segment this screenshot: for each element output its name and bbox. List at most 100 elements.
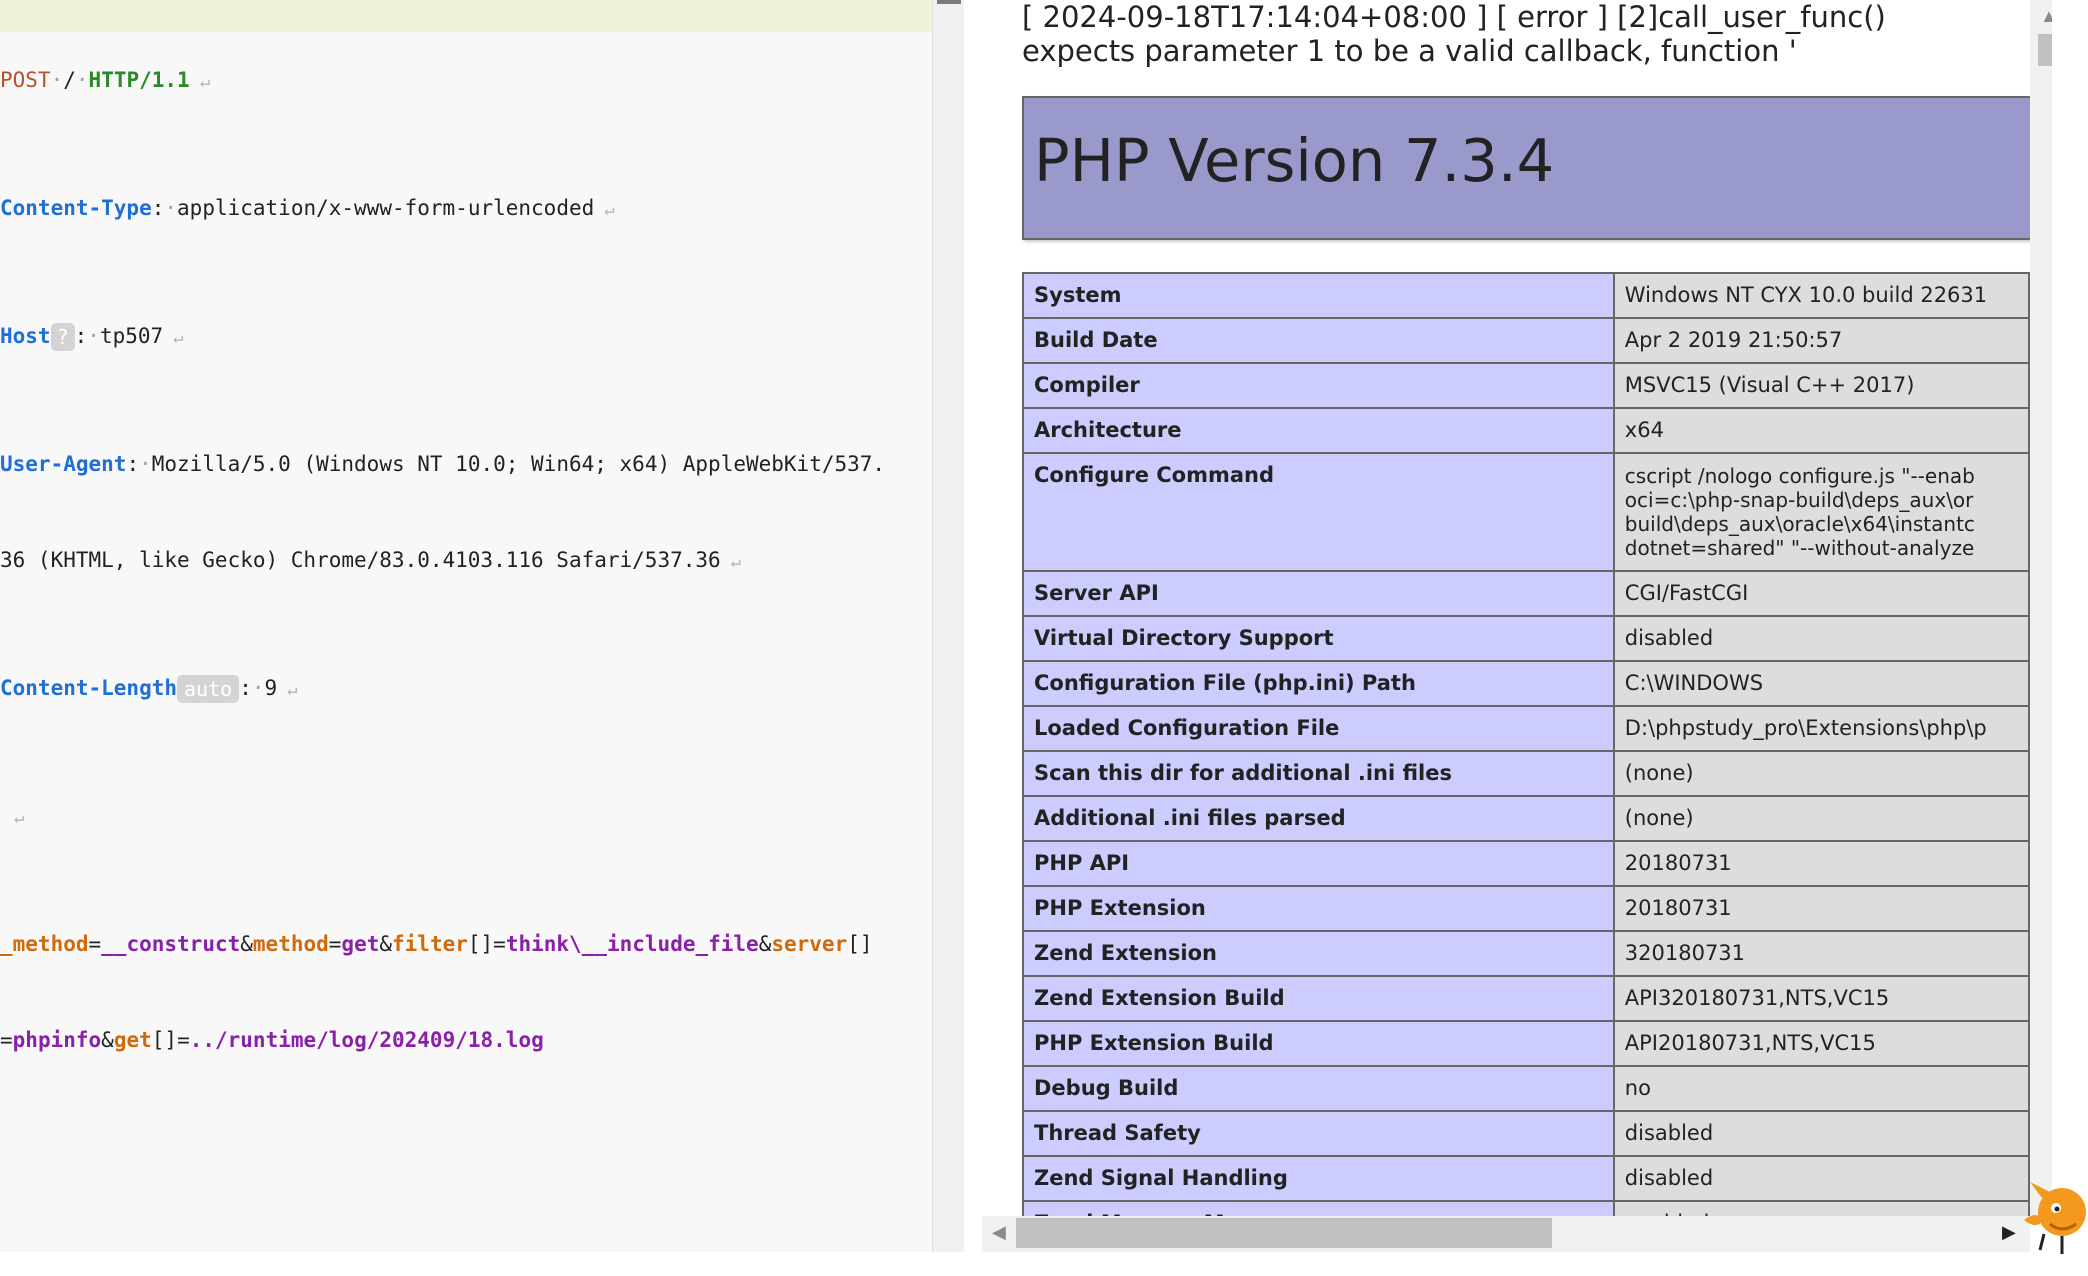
info-value: disabled [1612,1155,2030,1202]
editor-scrollbar-thumb[interactable] [937,0,961,4]
body-line-2: =phpinfo&get[]=../runtime/log/202409/18.… [0,1028,544,1052]
vertical-scroll-thumb[interactable] [2038,34,2052,66]
info-label: System [1022,272,1615,319]
info-value: API320180731,NTS,VC15 [1612,975,2030,1022]
path: / [63,68,76,92]
param-name: method [252,932,329,956]
info-label: Thread Safety [1022,1110,1615,1157]
info-row: Scan this dir for additional .ini files(… [1022,750,2030,797]
response-viewport[interactable]: [ 2024-09-18T17:14:04+08:00 ] [ error ] … [982,0,2030,1216]
php-version-header: PHP Version 7.3.4 [1022,96,2030,240]
info-label: Architecture [1022,407,1615,454]
info-label: Loaded Configuration File [1022,705,1615,752]
info-row: Thread Safety disabled [1022,1110,2030,1157]
info-label: Zend Signal Handling [1022,1155,1615,1202]
info-label: Configure Command [1022,452,1615,572]
scroll-right-arrow-icon[interactable]: ▶ [2002,1222,2016,1243]
info-row: Compiler MSVC15 (Visual C++ 2017) [1022,362,2030,409]
response-render-pane: [ 2024-09-18T17:14:04+08:00 ] [ error ] … [982,0,2052,1252]
header-name: Content-Length [0,676,178,700]
info-label: Build Date [1022,317,1615,364]
info-row: PHP API 20180731 [1022,840,2030,887]
param-value: ../runtime/log/202409/18.log [189,1028,544,1052]
scroll-up-arrow-icon[interactable]: ▲ [2040,6,2052,27]
horizontal-scroll-thumb[interactable] [1016,1218,1552,1248]
info-value: API20180731,NTS,VC15 [1612,1020,2030,1067]
info-row: PHP Extension Build API20180731,NTS,VC15 [1022,1020,2030,1067]
param-name: server [771,932,848,956]
header-value: 9 [264,676,278,700]
header-line-host: Host?:·tp507 ↵ [0,323,184,351]
info-label: Zend Memory Manager [1022,1200,1615,1216]
auto-badge[interactable]: auto [177,675,240,703]
info-row: Loaded Configuration File D:\phpstudy_pro… [1022,705,2030,752]
php-version-title: PHP Version 7.3.4 [1034,126,1555,195]
info-row: Additional .ini files parsed (none) [1022,795,2030,842]
error-message: [ 2024-09-18T17:14:04+08:00 ] [ error ] … [1022,0,2022,68]
info-label: PHP API [1022,840,1615,887]
param-name: get [113,1028,152,1052]
header-line-content-length: Content-Length auto:·9 ↵ [0,675,298,703]
info-row: Zend Extension 320180731 [1022,930,2030,977]
info-row: PHP Extension 20180731 [1022,885,2030,932]
header-name: User-Agent [0,452,127,476]
response-vertical-scrollbar[interactable]: ▲ [2030,0,2052,1216]
info-row: Debug Build no [1022,1065,2030,1112]
header-name: Content-Type [0,196,152,220]
info-value: no [1612,1065,2030,1112]
fox-mascot-icon[interactable] [2022,1168,2088,1258]
info-value: 20180731 [1612,885,2030,932]
header-line-content-type: Content-Type:·application/x-www-form-url… [0,196,615,220]
info-value: disabled [1612,615,2030,662]
info-value: Apr 2 2019 21:50:57 [1612,317,2030,364]
error-line-2: expects parameter 1 to be a valid callba… [1022,34,1797,68]
header-value: Mozilla/5.0 (Windows NT 10.0; Win64; x64… [151,452,886,476]
info-row: Build Date Apr 2 2019 21:50:57 [1022,317,2030,364]
body-line-1: _method=__construct&method=get&filter[]=… [0,932,873,956]
header-value-wrap: 36 (KHTML, like Gecko) Chrome/83.0.4103.… [0,548,721,572]
info-label: Configuration File (php.ini) Path [1022,660,1615,707]
method: POST [0,68,51,92]
info-row: Configure Command cscript /nologo configu… [1022,452,2030,572]
request-editor[interactable]: POST·/·HTTP/1.1 ↵ Content-Type:·applicati… [0,0,964,1252]
editor-scrollbar[interactable] [932,0,964,1252]
param-name: _method [0,932,89,956]
request-line: POST·/·HTTP/1.1 ↵ [0,68,210,92]
info-row: Server API CGI/FastCGI [1022,570,2030,617]
error-line-1: [ 2024-09-18T17:14:04+08:00 ] [ error ] … [1022,0,1886,34]
info-label: PHP Extension [1022,885,1615,932]
info-label: Debug Build [1022,1065,1615,1112]
info-row: Configuration File (php.ini) Path C:\WIND… [1022,660,2030,707]
info-value: 20180731 [1612,840,2030,887]
header-line-user-agent: User-Agent:·Mozilla/5.0 (Windows NT 10.0… [0,452,886,476]
info-value: disabled [1612,1110,2030,1157]
header-name: Host [0,324,51,348]
param-value: phpinfo [12,1028,102,1052]
pane-divider[interactable] [964,0,982,1252]
param-value: think\__include_file [505,932,759,956]
param-name: filter [392,932,468,956]
header-value: tp507 [99,324,164,348]
phpinfo-table: System Windows NT CYX 10.0 build 22631 Bui… [1022,272,2030,1216]
info-row: Zend Signal Handling disabled [1022,1155,2030,1202]
info-label: Compiler [1022,362,1615,409]
info-label: Scan this dir for additional .ini files [1022,750,1615,797]
header-value: application/x-www-form-urlencoded [177,196,595,220]
info-value: 320180731 [1612,930,2030,977]
info-value: (none) [1612,750,2030,797]
info-value: C:\WINDOWS [1612,660,2030,707]
info-label: Zend Extension Build [1022,975,1615,1022]
info-row: Architecture x64 [1022,407,2030,454]
help-badge[interactable]: ? [50,323,75,351]
info-value: CGI/FastCGI [1612,570,2030,617]
param-value: get [341,932,380,956]
scroll-left-arrow-icon[interactable]: ◀ [992,1222,1006,1243]
info-label: Server API [1022,570,1615,617]
info-value: (none) [1612,795,2030,842]
blank-line: ↵ [14,808,25,828]
info-label: Zend Extension [1022,930,1615,977]
info-row: Virtual Directory Support disabled [1022,615,2030,662]
response-horizontal-scrollbar[interactable]: ◀ ▶ [982,1216,2030,1252]
info-value: Windows NT CYX 10.0 build 22631 [1612,272,2030,319]
request-text[interactable]: POST·/·HTTP/1.1 ↵ Content-Type:·applicati… [0,0,930,1120]
